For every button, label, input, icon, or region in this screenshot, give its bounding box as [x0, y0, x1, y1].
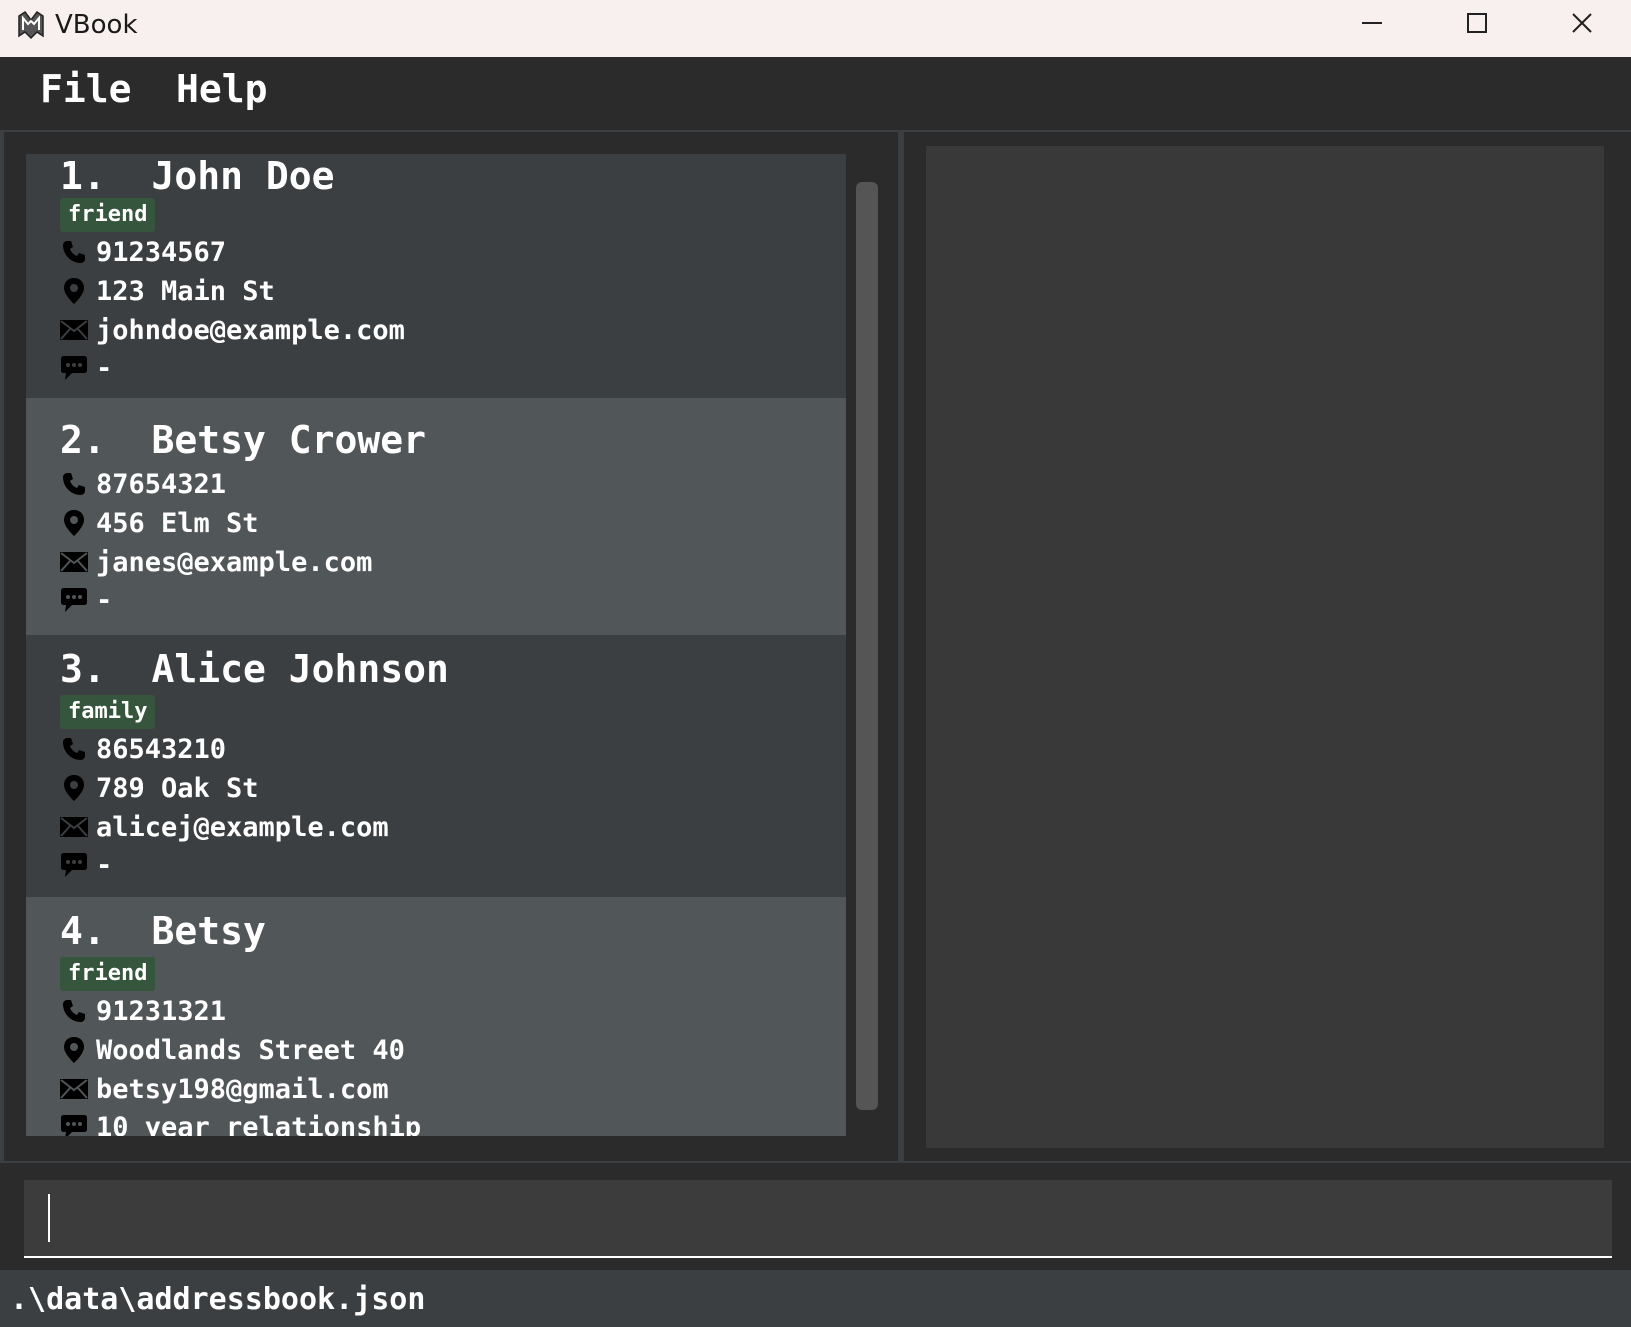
location-pin-icon — [60, 509, 88, 537]
speech-bubble-icon — [60, 851, 88, 879]
contact-card[interactable]: 2. Betsy Crower 87654321 456 Elm St jane… — [26, 398, 846, 635]
phone-icon — [60, 735, 88, 763]
address-row: Woodlands Street 40 — [60, 1032, 405, 1068]
tag-badge: family — [60, 695, 156, 729]
command-input[interactable] — [24, 1180, 1612, 1258]
contact-list[interactable]: 1. John Doe friend 91234567 123 Main St … — [26, 154, 846, 1136]
envelope-icon — [60, 548, 88, 576]
phone-icon — [60, 238, 88, 266]
remark-row: 10 year relationship — [60, 1109, 421, 1136]
remark-row: - — [60, 350, 112, 386]
minimize-icon — [1361, 12, 1383, 38]
remark-value: - — [96, 849, 113, 881]
contact-name: 1. John Doe — [60, 154, 335, 198]
phone-value: 87654321 — [96, 468, 227, 500]
email-row: betsy198@gmail.com — [60, 1071, 389, 1107]
remark-row: - — [60, 847, 112, 883]
contact-card[interactable]: 1. John Doe friend 91234567 123 Main St … — [26, 154, 846, 398]
phone-value: 91231321 — [96, 995, 227, 1027]
envelope-icon — [60, 316, 88, 344]
maximize-icon — [1466, 12, 1488, 38]
email-row: alicej@example.com — [60, 809, 389, 845]
menu-help[interactable]: Help — [176, 67, 268, 111]
command-area — [0, 1163, 1631, 1270]
tag-badge: friend — [60, 957, 156, 991]
vbook-logo-icon — [16, 10, 46, 40]
email-value: janes@example.com — [96, 546, 373, 578]
phone-row: 87654321 — [60, 466, 226, 502]
address-value: 123 Main St — [96, 275, 275, 307]
email-value: alicej@example.com — [96, 811, 389, 843]
close-icon — [1571, 12, 1593, 38]
email-row: janes@example.com — [60, 544, 372, 580]
window-title: VBook — [55, 10, 138, 40]
envelope-icon — [60, 1075, 88, 1103]
remark-value: - — [96, 352, 113, 384]
remark-value: - — [96, 584, 113, 616]
detail-view — [924, 144, 1606, 1150]
phone-icon — [60, 470, 88, 498]
detail-panel — [904, 132, 1631, 1161]
phone-icon — [60, 997, 88, 1025]
contact-name: 2. Betsy Crower — [60, 418, 427, 462]
phone-value: 91234567 — [96, 236, 227, 268]
scrollbar-thumb[interactable] — [856, 182, 878, 1110]
location-pin-icon — [60, 1036, 88, 1064]
email-value: johndoe@example.com — [96, 314, 405, 346]
remark-row: - — [60, 582, 112, 618]
address-value: 789 Oak St — [96, 772, 259, 804]
contact-card[interactable]: 4. Betsy friend 91231321 Woodlands Stree… — [26, 897, 846, 1136]
envelope-icon — [60, 813, 88, 841]
contact-card[interactable]: 3. Alice Johnson family 86543210 789 Oak… — [26, 635, 846, 897]
phone-row: 86543210 — [60, 731, 226, 767]
menu-file[interactable]: File — [40, 67, 132, 111]
speech-bubble-icon — [60, 586, 88, 614]
address-row: 456 Elm St — [60, 505, 259, 541]
save-file-path: .\data\addressbook.json — [10, 1282, 426, 1317]
contact-name: 4. Betsy — [60, 909, 266, 953]
email-row: johndoe@example.com — [60, 312, 405, 348]
speech-bubble-icon — [60, 354, 88, 382]
address-row: 123 Main St — [60, 273, 275, 309]
contact-list-panel: 1. John Doe friend 91234567 123 Main St … — [4, 132, 898, 1161]
phone-row: 91231321 — [60, 993, 226, 1029]
title-bar: VBook — [0, 0, 1631, 58]
address-row: 789 Oak St — [60, 770, 259, 806]
address-value: 456 Elm St — [96, 507, 259, 539]
tag-badge: friend — [60, 198, 156, 232]
maximize-button[interactable] — [1427, 0, 1527, 50]
location-pin-icon — [60, 277, 88, 305]
speech-bubble-icon — [60, 1113, 88, 1136]
minimize-button[interactable] — [1322, 0, 1422, 50]
location-pin-icon — [60, 774, 88, 802]
address-value: Woodlands Street 40 — [96, 1034, 405, 1066]
email-value: betsy198@gmail.com — [96, 1073, 389, 1105]
phone-row: 91234567 — [60, 234, 226, 270]
contact-name: 3. Alice Johnson — [60, 647, 449, 691]
remark-value: 10 year relationship — [96, 1111, 422, 1137]
close-button[interactable] — [1532, 0, 1631, 50]
menu-bar: File Help — [0, 57, 1631, 130]
phone-value: 86543210 — [96, 733, 227, 765]
status-bar: .\data\addressbook.json — [0, 1270, 1631, 1327]
text-caret — [48, 1194, 50, 1242]
